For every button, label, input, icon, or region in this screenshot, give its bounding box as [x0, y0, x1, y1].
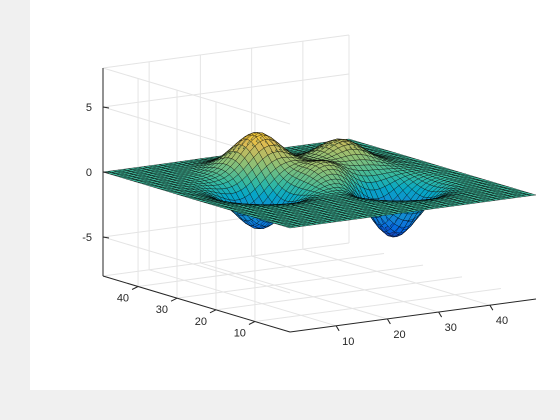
plot-canvas: 10 20 30 40 10 20 30 40 -5 0 5: [30, 0, 560, 390]
x-tick-mark: [335, 325, 340, 332]
surface-mesh: [102, 132, 537, 238]
x-tick-label: 30: [445, 322, 457, 334]
y-tick-label: 30: [156, 304, 168, 316]
y-tick-label: 10: [234, 328, 246, 340]
y-tick-mark: [209, 309, 217, 314]
wall-top-edge: [102, 34, 350, 125]
x-tick-mark: [489, 304, 494, 311]
x-tick-mark: [438, 311, 443, 318]
y-tick-label: 20: [195, 316, 207, 328]
y-tick-mark: [248, 321, 256, 325]
figure-window: 10 20 30 40 10 20 30 40 -5 0 5: [0, 0, 560, 420]
x-tick-label: 20: [393, 329, 405, 341]
x-tick-label: 10: [342, 336, 354, 348]
z-tick-label: 0: [86, 167, 92, 179]
z-tick-mark: [102, 106, 110, 109]
x-tick-label: 40: [496, 315, 508, 327]
z-tick-mark: [102, 236, 110, 239]
surface-chart: 10 20 30 40 10 20 30 40 -5 0 5: [82, 34, 537, 348]
y-tick-label: 40: [117, 293, 129, 305]
z-tick-label: -5: [82, 232, 92, 244]
y-tick-mark: [170, 297, 178, 302]
z-tick-label: 5: [86, 102, 92, 114]
y-tick-mark: [131, 286, 139, 290]
x-tick-mark: [386, 318, 391, 325]
